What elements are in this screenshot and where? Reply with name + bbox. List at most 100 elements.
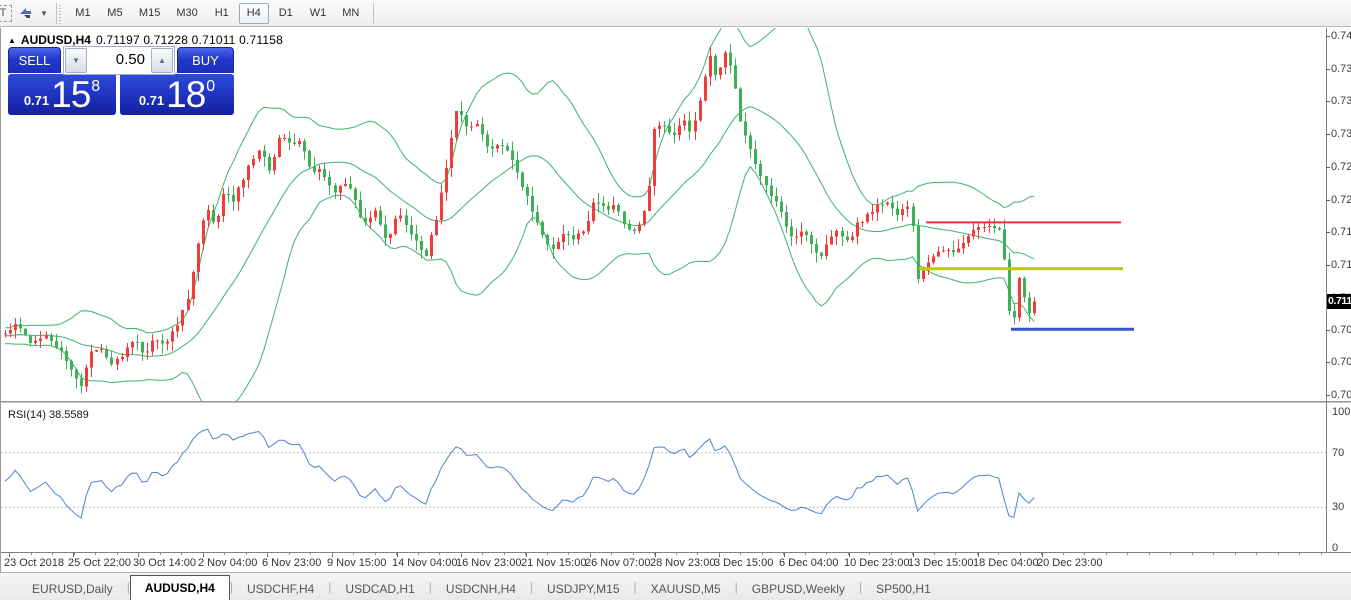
time-axis-minor-tick [1106,553,1107,555]
timeframe-button-w1[interactable]: W1 [303,3,334,24]
time-axis-minor-tick [848,553,849,555]
chart-tab-usdcad[interactable]: USDCAD,H1 [331,577,428,600]
price-axis-label: 0.72280 [1331,194,1351,206]
text-label-tool-icon[interactable]: T [0,5,12,22]
time-axis-minor-tick [246,553,247,555]
time-axis-minor-tick [160,553,161,555]
time-axis-minor-tick [697,553,698,555]
price-axis-tick [1326,362,1330,363]
time-axis-label: 26 Nov 07:00 [585,557,650,569]
timeframe-button-mn[interactable]: MN [335,3,366,24]
tool-dropdown-caret-icon[interactable]: ▼ [40,9,48,18]
time-axis-minor-tick [1235,553,1236,555]
one-click-trading-widget: SELL ▼ 0.50 ▲ BUY 0.71 15 8 0.71 18 0 [8,46,234,115]
buy-price-prefix: 0.71 [139,93,164,108]
time-axis-minor-tick [676,553,677,555]
time-axis-minor-tick [1084,553,1085,555]
chart-tab-usdchf[interactable]: USDCHF,H4 [233,577,328,600]
time-axis-label: 16 Nov 23:00 [456,557,521,569]
sell-price-display[interactable]: 0.71 15 8 [8,74,116,115]
chart-tab-usdcnh[interactable]: USDCNH,H4 [432,577,530,600]
rsi-axis-label: 70 [1332,447,1344,459]
time-axis-minor-tick [1127,553,1128,555]
time-axis-label: 28 Nov 23:00 [650,557,715,569]
timeframe-button-d1[interactable]: D1 [271,3,301,24]
price-axis-label: 0.70490 [1331,356,1351,368]
volume-decrease-icon[interactable]: ▼ [65,48,87,73]
time-axis-minor-tick [1063,553,1064,555]
price-axis-label: 0.72640 [1331,161,1351,173]
volume-value[interactable]: 0.50 [88,47,150,74]
rsi-indicator-label: RSI(14) 38.5589 [8,409,89,421]
buy-price-pip: 0 [206,78,215,96]
sell-price-prefix: 0.71 [24,93,49,108]
timeframe-button-h4[interactable]: H4 [239,3,269,24]
price-axis-tick [1326,69,1330,70]
time-axis-minor-tick [934,553,935,555]
buy-button[interactable]: BUY [177,47,234,73]
rsi-indicator-chart[interactable] [1,405,1326,552]
buy-price-display[interactable]: 0.71 18 0 [120,74,234,115]
buy-price-main: 18 [166,79,205,111]
pane-splitter[interactable] [1,401,1351,403]
timeframe-button-m30[interactable]: M30 [169,3,204,24]
time-axis-minor-tick [74,553,75,555]
time-axis-label: 14 Nov 04:00 [392,557,457,569]
bollinger-middle-band [5,107,1034,357]
time-axis-minor-tick [138,553,139,555]
volume-spinner: ▼ 0.50 ▲ [63,46,175,75]
chart-tab-audusd[interactable]: AUDUSD,H4 [130,575,230,600]
timeframe-button-h1[interactable]: H1 [207,3,237,24]
time-axis-minor-tick [783,553,784,555]
chart-symbol-timeframe: AUDUSD,H4 [21,33,91,47]
chart-tab-gbpusd[interactable]: GBPUSD,Weekly [738,577,859,600]
chart-tab-usdjpy[interactable]: USDJPY,M15 [533,577,633,600]
time-axis-minor-tick [869,553,870,555]
time-axis-minor-tick [762,553,763,555]
chart-ohlc-values: 0.71197 0.71228 0.71011 0.71158 [96,33,283,47]
timeframe-button-m15[interactable]: M15 [132,3,167,24]
time-axis-minor-tick [998,553,999,555]
time-axis-minor-tick [9,553,10,555]
time-axis-minor-tick [633,553,634,555]
time-axis-label: 20 Dec 23:00 [1037,557,1102,569]
time-axis-minor-tick [1256,553,1257,555]
time-axis-label: 18 Dec 04:00 [973,557,1038,569]
cursor-arrows-tool-icon[interactable] [14,3,38,24]
time-axis-minor-tick [117,553,118,555]
chart-tab-eurusd[interactable]: EURUSD,Daily [18,577,127,600]
chart-title: ▲ AUDUSD,H4 0.71197 0.71228 0.71011 0.71… [8,33,283,47]
toolbar-separator [56,3,61,24]
time-axis-minor-tick [1213,553,1214,555]
rsi-axis-label: 100 [1332,406,1350,418]
time-axis-minor-tick [568,553,569,555]
chart-tab-sp500[interactable]: SP500,H1 [862,577,945,600]
time-axis-label: 9 Nov 15:00 [327,557,386,569]
sell-button[interactable]: SELL [8,47,61,73]
time-axis-minor-tick [912,553,913,555]
price-axis-tick [1326,265,1330,266]
price-axis-tick [1326,134,1330,135]
time-axis-minor-tick [1149,553,1150,555]
chart-area[interactable]: ▲ AUDUSD,H4 0.71197 0.71228 0.71011 0.71… [0,28,1351,572]
timeframe-button-m1[interactable]: M1 [68,3,98,24]
time-axis-minor-tick [1020,553,1021,555]
price-axis-label: 0.71560 [1331,259,1351,271]
time-axis-minor-tick [740,553,741,555]
chart-direction-icon: ▲ [8,36,16,45]
timeframe-button-m5[interactable]: M5 [100,3,130,24]
rsi-line [5,429,1034,518]
price-axis-label: 0.71920 [1331,226,1351,238]
price-axis-label: 0.73000 [1331,128,1351,140]
time-axis-minor-tick [504,553,505,555]
time-axis-minor-tick [1299,553,1300,555]
time-axis-minor-tick [826,553,827,555]
price-axis-label: 0.73360 [1331,95,1351,107]
chart-tab-xauusd[interactable]: XAUUSD,M5 [637,577,735,600]
time-axis-minor-tick [310,553,311,555]
price-axis-tick [1326,200,1330,201]
volume-increase-icon[interactable]: ▲ [151,48,173,73]
time-axis-minor-tick [224,553,225,555]
time-axis-minor-tick [1321,553,1322,555]
time-axis-minor-tick [482,553,483,555]
